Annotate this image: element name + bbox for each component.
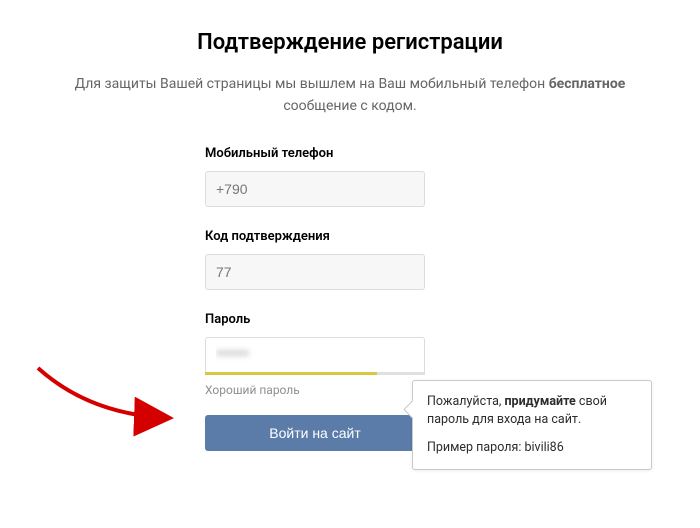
password-strength-bar xyxy=(205,372,425,375)
password-strength-text: Хороший пароль xyxy=(205,383,425,397)
code-input[interactable] xyxy=(205,254,425,290)
code-label: Код подтверждения xyxy=(205,229,425,244)
phone-label: Мобильный телефон xyxy=(205,146,425,161)
page-title: Подтверждение регистрации xyxy=(40,30,660,55)
submit-button[interactable]: Войти на сайт xyxy=(205,415,425,451)
password-tooltip: Пожалуйста, придумайте свой пароль для в… xyxy=(412,380,652,470)
phone-input[interactable] xyxy=(205,171,425,207)
password-input[interactable] xyxy=(205,337,425,373)
page-subtitle: Для защиты Вашей страницы мы вышлем на В… xyxy=(40,73,660,118)
password-label: Пароль xyxy=(205,312,425,327)
